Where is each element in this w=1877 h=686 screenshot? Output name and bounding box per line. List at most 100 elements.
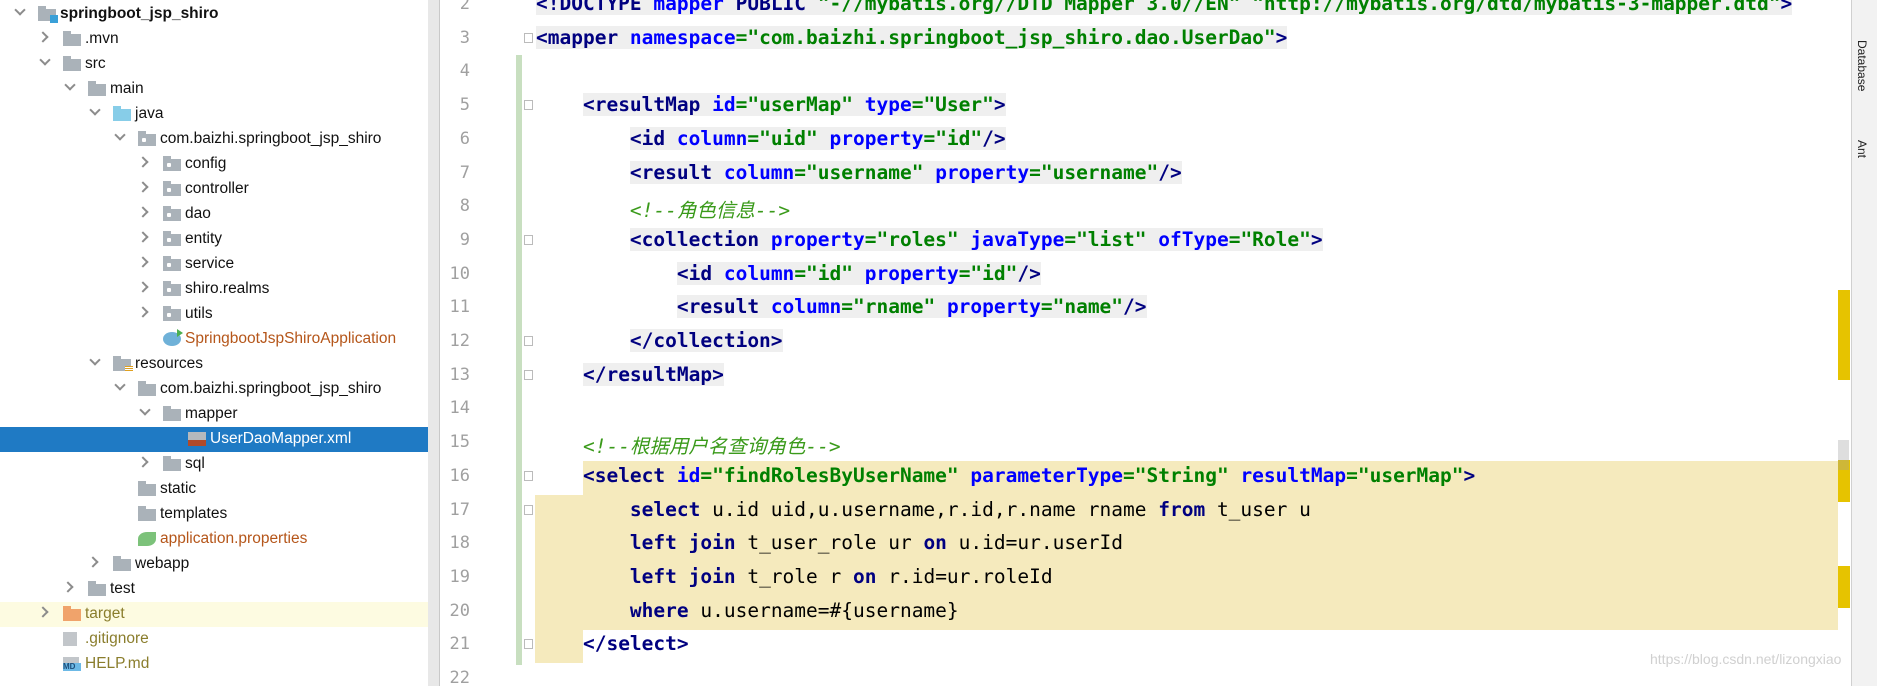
tree-item[interactable]: src	[0, 52, 428, 77]
tree-item[interactable]: HELP.md	[0, 652, 428, 677]
tree-item[interactable]: shiro.realms	[0, 277, 428, 302]
code-line[interactable]: 19 left join t_role r on r.id=ur.roleId	[440, 561, 1838, 595]
token-val: ="list"	[1064, 228, 1159, 251]
tree-item[interactable]: service	[0, 252, 428, 277]
tree-item[interactable]: config	[0, 152, 428, 177]
error-stripe-marker[interactable]	[1838, 290, 1850, 380]
tree-item[interactable]: SpringbootJspShiroApplication	[0, 327, 428, 352]
panel-divider[interactable]	[428, 0, 440, 686]
token-attr: column	[723, 262, 795, 285]
code-text: <collection property="roles" javaType="l…	[536, 228, 1323, 251]
chevron-right-icon[interactable]	[137, 281, 149, 293]
code-line[interactable]: 17 select u.id uid,u.username,r.id,r.nam…	[440, 494, 1838, 528]
chevron-down-icon[interactable]	[114, 379, 126, 391]
code-tokens: <!DOCTYPE mapper PUBLIC "-//mybatis.org/…	[536, 0, 1793, 15]
code-line[interactable]: 5 <resultMap id="userMap" type="User">	[440, 89, 1838, 123]
xml-file-icon	[188, 432, 206, 446]
fold-marker-icon[interactable]	[524, 471, 533, 481]
chevron-down-icon[interactable]	[139, 404, 151, 416]
tree-item[interactable]: entity	[0, 227, 428, 252]
fold-marker-icon[interactable]	[524, 33, 533, 43]
chevron-right-icon[interactable]	[137, 156, 149, 168]
database-tool-tab[interactable]: Database	[1855, 40, 1869, 91]
code-line[interactable]: 13 </resultMap>	[440, 359, 1838, 393]
code-line[interactable]: 10 <id column="id" property="id"/>	[440, 258, 1838, 292]
chevron-down-icon[interactable]	[89, 354, 101, 366]
code-line[interactable]: 14	[440, 392, 1838, 426]
tree-item[interactable]: dao	[0, 202, 428, 227]
code-line[interactable]: 12 </collection>	[440, 325, 1838, 359]
code-line[interactable]: 16 <select id="findRolesByUserName" para…	[440, 460, 1838, 494]
tree-item[interactable]: sql	[0, 452, 428, 477]
code-line[interactable]: 22	[440, 662, 1838, 686]
tree-item[interactable]: templates	[0, 502, 428, 527]
code-line[interactable]: 4	[440, 55, 1838, 89]
fold-marker-icon[interactable]	[524, 336, 533, 346]
fold-marker-icon[interactable]	[524, 639, 533, 649]
tree-item[interactable]: com.baizhi.springboot_jsp_shiro	[0, 127, 428, 152]
code-line[interactable]: 9 <collection property="roles" javaType=…	[440, 224, 1838, 258]
folder-icon	[138, 131, 156, 146]
tree-item[interactable]: .mvn	[0, 27, 428, 52]
folder-icon	[163, 281, 181, 296]
tree-item[interactable]: application.properties	[0, 527, 428, 552]
chevron-right-icon[interactable]	[87, 556, 99, 568]
tree-item[interactable]: utils	[0, 302, 428, 327]
code-line[interactable]: 20 where u.username=#{username}	[440, 595, 1838, 629]
tree-item[interactable]: test	[0, 577, 428, 602]
code-line[interactable]: 2 <!DOCTYPE mapper PUBLIC "-//mybatis.org…	[440, 0, 1838, 22]
tree-item[interactable]: webapp	[0, 552, 428, 577]
tree-item[interactable]: java	[0, 102, 428, 127]
tree-item[interactable]: target	[0, 602, 428, 627]
error-stripe-marker[interactable]	[1838, 566, 1850, 608]
tree-item[interactable]: resources	[0, 352, 428, 377]
fold-marker-icon[interactable]	[524, 235, 533, 245]
fold-marker-icon[interactable]	[524, 100, 533, 110]
tree-item-label: .gitignore	[85, 630, 149, 647]
chevron-down-icon[interactable]	[14, 4, 26, 16]
code-line[interactable]: 18 left join t_user_role ur on u.id=ur.u…	[440, 527, 1838, 561]
chevron-right-icon[interactable]	[137, 456, 149, 468]
code-editor[interactable]: 2 <!DOCTYPE mapper PUBLIC "-//mybatis.org…	[440, 0, 1838, 686]
chevron-right-icon[interactable]	[137, 206, 149, 218]
chevron-right-icon[interactable]	[137, 256, 149, 268]
fold-marker-icon[interactable]	[524, 505, 533, 515]
tree-item[interactable]: springboot_jsp_shiro	[0, 2, 428, 27]
code-line[interactable]: 6 <id column="uid" property="id"/>	[440, 123, 1838, 157]
chevron-right-icon[interactable]	[37, 31, 49, 43]
tree-item[interactable]: UserDaoMapper.xml	[0, 427, 428, 452]
tree-item-label: target	[85, 605, 125, 622]
code-line[interactable]: 7 <result column="username" property="us…	[440, 157, 1838, 191]
tree-item[interactable]: com.baizhi.springboot_jsp_shiro	[0, 377, 428, 402]
chevron-down-icon[interactable]	[114, 129, 126, 141]
folder-icon	[138, 381, 156, 396]
code-line[interactable]: 21 </select>	[440, 628, 1838, 662]
token-cmt: <!--根据用户名查询角色-->	[582, 435, 841, 458]
code-line[interactable]: 3 <mapper namespace="com.baizhi.springboo…	[440, 22, 1838, 56]
code-line[interactable]: 11 <result column="rname" property="name…	[440, 291, 1838, 325]
chevron-down-icon[interactable]	[39, 54, 51, 66]
chevron-right-icon[interactable]	[137, 306, 149, 318]
tree-item[interactable]: main	[0, 77, 428, 102]
fold-marker-icon[interactable]	[524, 370, 533, 380]
code-line[interactable]: 15 <!--根据用户名查询角色-->	[440, 426, 1838, 460]
chevron-down-icon[interactable]	[64, 79, 76, 91]
tree-item[interactable]: mapper	[0, 402, 428, 427]
chevron-right-icon[interactable]	[62, 581, 74, 593]
code-line[interactable]: 8 <!--角色信息-->	[440, 190, 1838, 224]
chevron-right-icon[interactable]	[137, 231, 149, 243]
tree-item[interactable]: .gitignore	[0, 627, 428, 652]
token-tag: >	[1780, 0, 1793, 15]
chevron-right-icon[interactable]	[37, 606, 49, 618]
token-tag: <collection	[629, 228, 771, 251]
code-tokens: <collection property="roles" javaType="l…	[629, 228, 1323, 251]
ant-tool-tab[interactable]: Ant	[1855, 140, 1869, 158]
tree-item[interactable]: static	[0, 477, 428, 502]
chevron-down-icon[interactable]	[89, 104, 101, 116]
chevron-right-icon[interactable]	[137, 181, 149, 193]
tree-item[interactable]: controller	[0, 177, 428, 202]
editor-scrollbar[interactable]	[1838, 440, 1849, 470]
